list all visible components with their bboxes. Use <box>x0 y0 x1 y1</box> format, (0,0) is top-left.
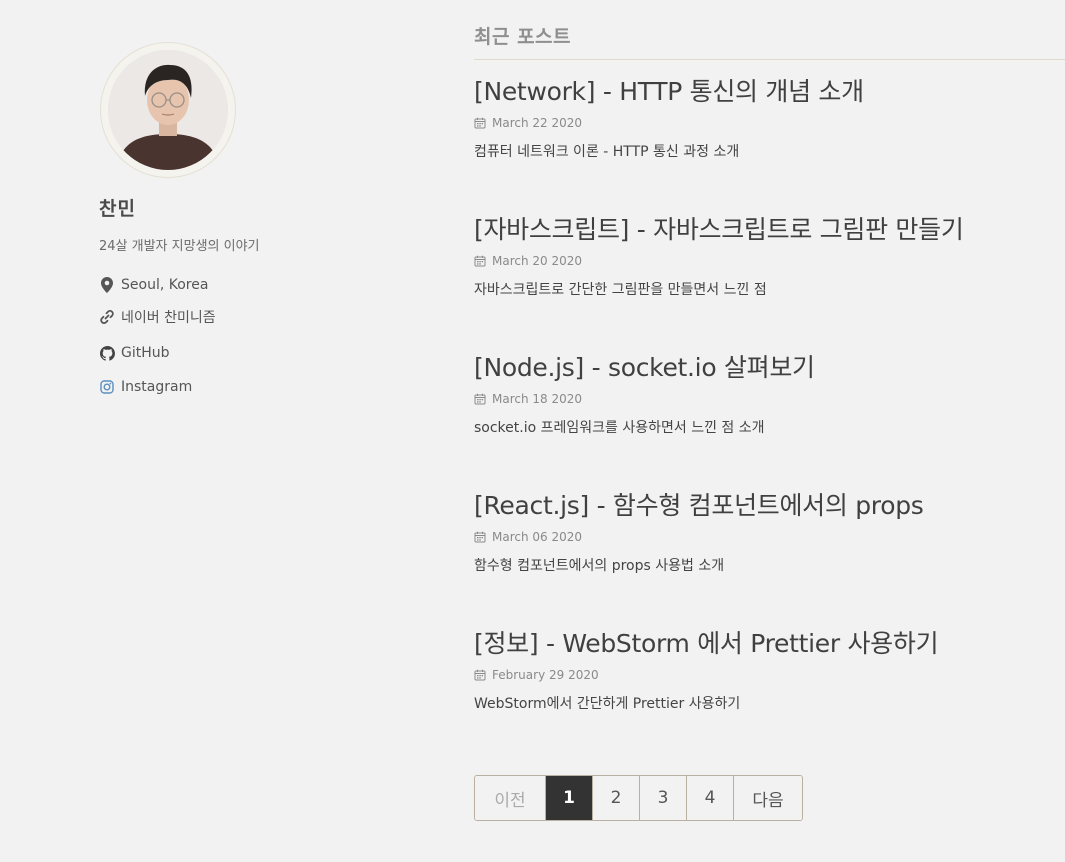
calendar-icon <box>474 393 486 405</box>
post-date-text: February 29 2020 <box>492 668 599 682</box>
recent-posts: 최근 포스트 <box>474 22 1065 60</box>
post-item: [Node.js] - socket.io 살펴보기 March 18 2020… <box>474 348 1065 437</box>
blog-page: 찬민 24살 개발자 지망생의 이야기 Seoul, Korea 네이버 찬미니… <box>0 0 1065 862</box>
avatar-frame <box>100 42 236 178</box>
post-title[interactable]: [자바스크립트] - 자바스크립트로 그림판 만들기 <box>474 210 1065 246</box>
calendar-icon <box>474 669 486 681</box>
github-icon <box>99 345 115 361</box>
author-links: Seoul, Korea 네이버 찬미니즘 GitHub Instagram <box>99 274 399 398</box>
location-label: Seoul, Korea <box>121 277 209 293</box>
post-item: [Network] - HTTP 통신의 개념 소개 March 22 2020… <box>474 72 1065 161</box>
post-excerpt: 자바스크립트로 간단한 그림판을 만들면서 느낀 점 <box>474 282 767 298</box>
post-date: March 20 2020 <box>474 254 1065 268</box>
calendar-icon <box>474 255 486 267</box>
calendar-icon <box>474 531 486 543</box>
link-icon <box>99 309 115 325</box>
author-sidebar: 찬민 24살 개발자 지망생의 이야기 Seoul, Korea 네이버 찬미니… <box>99 42 399 408</box>
naver-blog-link[interactable]: 네이버 찬미니즘 <box>99 306 399 328</box>
author-bio: 24살 개발자 지망생의 이야기 <box>99 239 260 254</box>
post-excerpt: 함수형 컴포넌트에서의 props 사용법 소개 <box>474 558 725 574</box>
post-date: March 06 2020 <box>474 530 1065 544</box>
section-title: 최근 포스트 <box>474 22 1065 60</box>
github-label: GitHub <box>121 345 170 361</box>
post-date-text: March 06 2020 <box>492 530 583 544</box>
instagram-link[interactable]: Instagram <box>99 376 399 398</box>
page-button-3[interactable]: 3 <box>639 776 686 820</box>
post-excerpt: WebStorm에서 간단하게 Prettier 사용하기 <box>474 696 741 712</box>
post-item: [React.js] - 함수형 컴포넌트에서의 props March 06 … <box>474 486 1065 575</box>
post-excerpt: socket.io 프레임워크를 사용하면서 느낀 점 소개 <box>474 420 765 436</box>
avatar <box>108 50 228 170</box>
instagram-label: Instagram <box>121 379 193 395</box>
post-item: [자바스크립트] - 자바스크립트로 그림판 만들기 March 20 2020… <box>474 210 1065 299</box>
post-title[interactable]: [정보] - WebStorm 에서 Prettier 사용하기 <box>474 624 1065 660</box>
author-name: 찬민 <box>99 198 136 220</box>
github-link[interactable]: GitHub <box>99 342 399 364</box>
post-date: February 29 2020 <box>474 668 1065 682</box>
post-excerpt: 컴퓨터 네트워크 이론 - HTTP 통신 과정 소개 <box>474 144 740 160</box>
pagination: 이전 1 2 3 4 다음 <box>474 775 803 821</box>
prev-page-button[interactable]: 이전 <box>475 776 545 820</box>
post-title[interactable]: [React.js] - 함수형 컴포넌트에서의 props <box>474 486 1065 522</box>
post-item: [정보] - WebStorm 에서 Prettier 사용하기 Februar… <box>474 624 1065 713</box>
page-button-2[interactable]: 2 <box>592 776 639 820</box>
post-title[interactable]: [Network] - HTTP 통신의 개념 소개 <box>474 72 1065 108</box>
post-date: March 22 2020 <box>474 116 1065 130</box>
post-date-text: March 18 2020 <box>492 392 583 406</box>
naver-blog-label: 네이버 찬미니즘 <box>121 310 216 326</box>
post-date: March 18 2020 <box>474 392 1065 406</box>
post-title[interactable]: [Node.js] - socket.io 살펴보기 <box>474 348 1065 384</box>
post-date-text: March 20 2020 <box>492 254 583 268</box>
page-button-1[interactable]: 1 <box>545 776 592 820</box>
page-button-4[interactable]: 4 <box>686 776 733 820</box>
location-pin-icon <box>99 277 115 293</box>
location-item: Seoul, Korea <box>99 274 399 296</box>
avatar-photo <box>108 50 228 170</box>
post-date-text: March 22 2020 <box>492 116 583 130</box>
instagram-icon <box>99 379 115 395</box>
next-page-button[interactable]: 다음 <box>733 776 802 820</box>
calendar-icon <box>474 117 486 129</box>
